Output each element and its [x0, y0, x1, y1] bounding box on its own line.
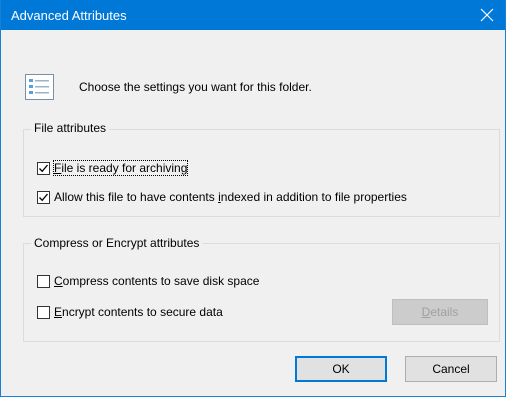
advanced-attributes-dialog: Advanced Attributes Choose the settings …: [0, 0, 506, 397]
compress-encrypt-legend: Compress or Encrypt attributes: [31, 236, 203, 250]
archive-checkbox-row[interactable]: File is ready for archiving: [37, 160, 189, 176]
compress-checkbox-row[interactable]: Compress contents to save disk space: [37, 274, 259, 288]
index-checkbox-row[interactable]: Allow this file to have contents indexed…: [37, 190, 407, 204]
compress-checkbox-label: Compress contents to save disk space: [54, 274, 260, 288]
header-text: Choose the settings you want for this fo…: [79, 80, 312, 94]
index-checkbox[interactable]: [37, 190, 50, 204]
checkmark-icon: [39, 164, 48, 172]
ok-button[interactable]: OK: [295, 356, 387, 382]
archive-checkbox-label: File is ready for archiving: [52, 160, 189, 176]
title-bar[interactable]: Advanced Attributes: [1, 0, 505, 30]
cancel-button[interactable]: Cancel: [405, 356, 497, 382]
encrypt-checkbox[interactable]: [37, 305, 50, 319]
folder-settings-icon: [25, 74, 54, 100]
index-checkbox-label: Allow this file to have contents indexed…: [54, 190, 407, 204]
encrypt-checkbox-label: Encrypt contents to secure data: [54, 305, 223, 319]
archive-checkbox[interactable]: [37, 161, 50, 175]
close-button[interactable]: [469, 0, 505, 30]
dialog-title: Advanced Attributes: [11, 8, 127, 23]
compress-encrypt-group: [23, 243, 500, 342]
close-icon: [480, 8, 494, 22]
encrypt-checkbox-row[interactable]: Encrypt contents to secure data: [37, 305, 223, 319]
file-attributes-legend: File attributes: [31, 121, 110, 135]
checkmark-icon: [39, 193, 48, 201]
compress-checkbox[interactable]: [37, 274, 50, 288]
details-button[interactable]: Details: [392, 299, 488, 325]
